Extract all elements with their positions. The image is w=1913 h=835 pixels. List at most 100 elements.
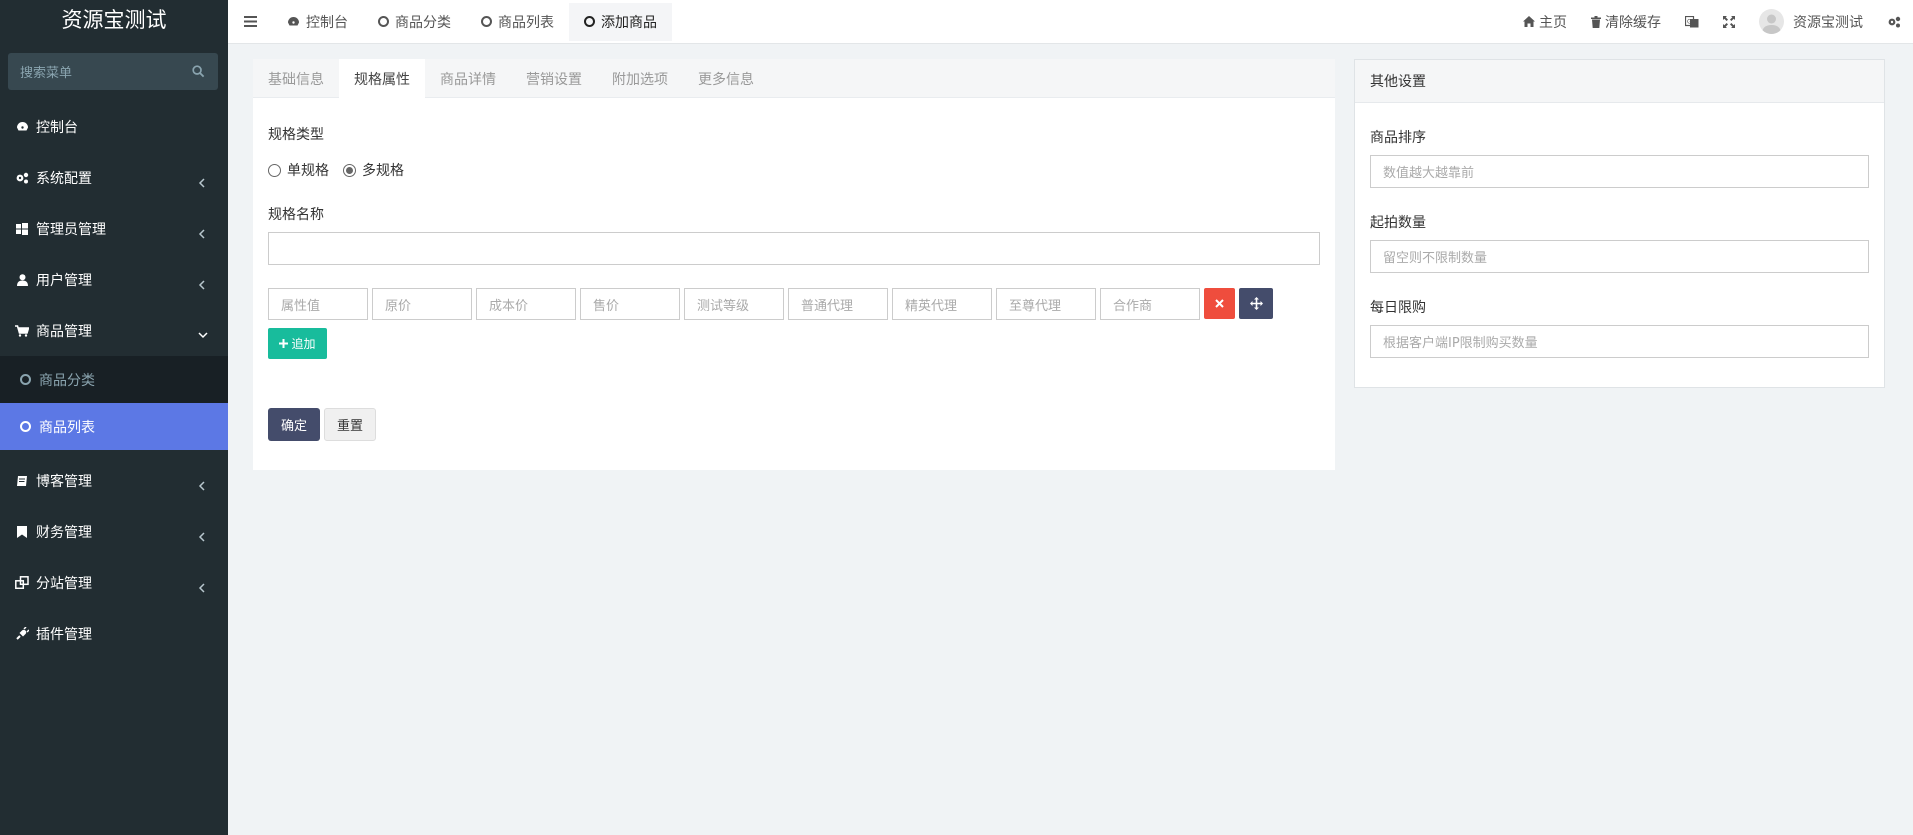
tab-spec-attributes[interactable]: 规格属性 (339, 59, 425, 98)
spec-test-level-input[interactable]: 测试等级 (684, 288, 784, 320)
fullscreen-button[interactable] (1711, 3, 1747, 41)
cogs-icon (15, 171, 29, 185)
sort-order-label: 商品排序 (1370, 130, 1426, 146)
sidebar-item-users[interactable]: 用户管理 (0, 254, 228, 305)
radio-multi-spec[interactable]: 多规格 (343, 160, 404, 180)
spec-name-input[interactable] (268, 232, 1320, 265)
spec-sale-price-input[interactable]: 售价 (580, 288, 680, 320)
settings-button[interactable] (1875, 3, 1913, 41)
drag-spec-button[interactable] (1239, 288, 1273, 319)
cart-icon (15, 324, 29, 338)
spec-name-label: 规格名称 (268, 207, 324, 223)
reset-button[interactable]: 重置 (324, 408, 376, 441)
form-tabs: 基础信息 规格属性 商品详情 营销设置 附加选项 更多信息 (253, 59, 1335, 98)
sidebar-item-admin[interactable]: 管理员管理 (0, 203, 228, 254)
clear-cache-button[interactable]: 清除缓存 (1579, 3, 1673, 41)
windows-icon (15, 222, 29, 236)
sidebar-subitem-label: 商品分类 (39, 372, 95, 389)
chevron-left-icon (198, 228, 208, 239)
tab-label: 控制台 (306, 14, 348, 31)
chevron-down-icon (198, 331, 208, 341)
remove-spec-button[interactable] (1204, 288, 1235, 319)
daily-limit-input[interactable]: 根据客户端IP限制购买数量 (1370, 325, 1869, 358)
spec-partner-input[interactable]: 合作商 (1100, 288, 1200, 320)
book-icon (15, 474, 29, 488)
spec-attr-value-input[interactable]: 属性值 (268, 288, 368, 320)
sidebar-item-blog[interactable]: 博客管理 (0, 455, 228, 506)
arrows-icon (1249, 297, 1263, 310)
topbar: 控制台 商品分类 商品列表 添加商品 主页 清除缓存 G 资源宝测试 (228, 0, 1913, 44)
close-icon (1215, 299, 1224, 308)
sort-order-input[interactable]: 数值越大越靠前 (1370, 155, 1869, 188)
chevron-left-icon (198, 480, 208, 491)
home-icon (1523, 16, 1535, 27)
sidebar-item-system-config[interactable]: 系统配置 (0, 152, 228, 203)
tab-basic-info[interactable]: 基础信息 (253, 59, 339, 98)
bookmark-icon (15, 525, 29, 539)
submit-button[interactable]: 确定 (268, 408, 320, 441)
username: 资源宝测试 (1793, 14, 1863, 31)
tab-product-details[interactable]: 商品详情 (425, 59, 511, 98)
sidebar-search[interactable]: 搜索菜单 (8, 53, 218, 90)
spec-type-radios: 单规格 多规格 (268, 160, 418, 180)
min-quantity-input[interactable]: 留空则不限制数量 (1370, 240, 1869, 273)
translate-icon: G (1685, 15, 1699, 28)
user-menu[interactable]: 资源宝测试 (1747, 3, 1875, 41)
chevron-left-icon (198, 279, 208, 290)
spec-original-price-input[interactable]: 原价 (372, 288, 472, 320)
plug-icon (15, 627, 29, 641)
sidebar-subitem-label: 商品列表 (39, 419, 95, 436)
radio-button[interactable] (268, 163, 281, 177)
menu-toggle-icon[interactable] (228, 3, 272, 41)
sidebar-item-label: 商品管理 (36, 323, 92, 340)
translate-button[interactable]: G (1673, 3, 1711, 41)
tab-dashboard[interactable]: 控制台 (272, 3, 363, 41)
app-logo[interactable]: 资源宝测试 (0, 0, 228, 38)
radio-single-spec[interactable]: 单规格 (268, 160, 329, 180)
home-label: 主页 (1539, 14, 1567, 31)
sidebar-item-products[interactable]: 商品管理 (0, 305, 228, 356)
spec-normal-agent-input[interactable]: 普通代理 (788, 288, 888, 320)
sidebar-submenu-products: 商品分类 商品列表 (0, 356, 228, 450)
other-settings-title: 其他设置 (1355, 60, 1884, 103)
sidebar-item-label: 控制台 (36, 119, 78, 136)
sidebar-item-label: 分站管理 (36, 575, 92, 592)
tab-label: 商品列表 (498, 14, 554, 31)
sidebar-subitem-category[interactable]: 商品分类 (0, 356, 228, 403)
product-form-card: 基础信息 规格属性 商品详情 营销设置 附加选项 更多信息 规格类型 单规格 多… (253, 59, 1335, 470)
circle-icon (20, 421, 31, 432)
spec-elite-agent-input[interactable]: 精英代理 (892, 288, 992, 320)
other-settings-panel: 其他设置 商品排序 数值越大越靠前 起拍数量 留空则不限制数量 每日限购 根据客… (1354, 59, 1885, 388)
tab-add-product[interactable]: 添加商品 (569, 2, 672, 41)
sidebar-item-substation[interactable]: 分站管理 (0, 557, 228, 608)
chevron-left-icon (198, 531, 208, 542)
sidebar-item-label: 用户管理 (36, 272, 92, 289)
sidebar-item-label: 博客管理 (36, 473, 92, 490)
circle-icon (584, 16, 595, 27)
spec-type-label: 规格类型 (268, 127, 324, 143)
avatar (1759, 9, 1784, 34)
spec-cost-price-input[interactable]: 成本价 (476, 288, 576, 320)
spec-row: 属性值 原价 成本价 售价 测试等级 普通代理 精英代理 至尊代理 合作商 (268, 288, 1273, 320)
circle-icon (378, 16, 389, 27)
sidebar-item-finance[interactable]: 财务管理 (0, 506, 228, 557)
tab-product-category[interactable]: 商品分类 (363, 3, 466, 41)
sidebar-subitem-product-list[interactable]: 商品列表 (0, 403, 228, 450)
sidebar-item-label: 管理员管理 (36, 221, 106, 238)
sidebar-item-dashboard[interactable]: 控制台 (0, 101, 228, 152)
spec-supreme-agent-input[interactable]: 至尊代理 (996, 288, 1096, 320)
sidebar-search-input[interactable]: 搜索菜单 (20, 62, 72, 81)
svg-text:G: G (1687, 18, 1692, 25)
tab-extra-options[interactable]: 附加选项 (597, 59, 683, 98)
tab-label: 添加商品 (601, 14, 657, 31)
add-spec-button[interactable]: 追加 (268, 328, 327, 359)
daily-limit-label: 每日限购 (1370, 300, 1426, 316)
tab-product-list[interactable]: 商品列表 (466, 3, 569, 41)
search-icon[interactable] (192, 64, 206, 79)
chevron-left-icon (198, 582, 208, 593)
sidebar-item-plugins[interactable]: 插件管理 (0, 608, 228, 659)
tab-more-info[interactable]: 更多信息 (683, 59, 769, 98)
home-link[interactable]: 主页 (1511, 3, 1579, 41)
radio-button[interactable] (343, 163, 356, 177)
tab-marketing[interactable]: 营销设置 (511, 59, 597, 98)
